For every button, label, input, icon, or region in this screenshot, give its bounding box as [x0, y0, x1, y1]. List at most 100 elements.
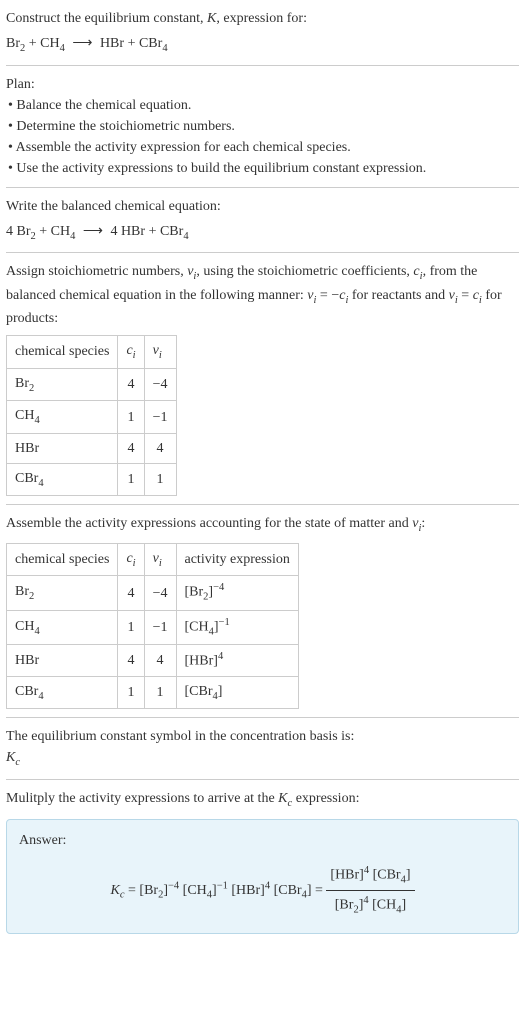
- plan-item: • Determine the stoichiometric numbers.: [8, 116, 519, 137]
- subscript: 4: [34, 625, 39, 636]
- cell-species: CH4: [7, 401, 118, 434]
- species: Br: [17, 224, 31, 239]
- text: [Br: [335, 898, 354, 913]
- plus: +: [124, 36, 139, 51]
- subscript: 4: [162, 43, 167, 54]
- subscript: 2: [29, 383, 34, 394]
- subscript: 2: [29, 591, 34, 602]
- k: K: [6, 750, 15, 765]
- cell-activity: [CH4]−1: [176, 610, 298, 644]
- text: [Br: [139, 883, 158, 898]
- subscript: 4: [60, 43, 65, 54]
- table-row: HBr 4 4 [HBr]4: [7, 644, 299, 676]
- subscript: 4: [38, 478, 43, 489]
- col-vi: νi: [144, 543, 176, 576]
- cell-c: 1: [118, 676, 144, 709]
- cell-activity: [CBr4]: [176, 676, 298, 709]
- cell-v: 4: [144, 433, 176, 463]
- coef: 4: [110, 224, 121, 239]
- cell-c: 1: [118, 463, 144, 496]
- cell-species: Br2: [7, 576, 118, 610]
- text: [CBr: [185, 684, 213, 699]
- text: ]: [406, 868, 411, 883]
- text: [CBr: [373, 868, 401, 883]
- text: :: [421, 516, 425, 531]
- cell-species: CH4: [7, 610, 118, 644]
- balanced-section: Write the balanced chemical equation: 4 …: [6, 196, 519, 245]
- cell-activity: [HBr]4: [176, 644, 298, 676]
- col-vi: νi: [144, 336, 176, 369]
- superscript: 4: [218, 651, 223, 662]
- plan-item: • Balance the chemical equation.: [8, 95, 519, 116]
- superscript: −4: [213, 582, 224, 593]
- col-activity: activity expression: [176, 543, 298, 576]
- text: ]: [218, 684, 223, 699]
- k: K: [278, 791, 287, 806]
- balanced-equation: 4 Br2 + CH4 ⟶ 4 HBr + CBr4: [6, 221, 519, 245]
- k: K: [110, 883, 119, 898]
- text: [Br: [185, 585, 204, 600]
- plus: +: [145, 224, 160, 239]
- text: for reactants and: [348, 288, 448, 303]
- text: [CBr: [274, 883, 302, 898]
- col-species: chemical species: [7, 543, 118, 576]
- cell-v: 4: [144, 644, 176, 676]
- table-header-row: chemical species ci νi activity expressi…: [7, 543, 299, 576]
- answer-label: Answer:: [19, 830, 506, 851]
- k-symbol: K: [207, 11, 216, 26]
- text: = −: [316, 288, 339, 303]
- intro-line1: Construct the equilibrium constant, K, e…: [6, 8, 519, 29]
- text: =: [458, 288, 473, 303]
- equals: =: [312, 883, 327, 898]
- cell-v: −4: [144, 368, 176, 401]
- table-row: CH4 1 −1: [7, 401, 177, 434]
- divider: [6, 252, 519, 253]
- subscript: i: [159, 558, 162, 569]
- species: CH: [51, 224, 70, 239]
- plan-item: • Assemble the activity expression for e…: [8, 137, 519, 158]
- cell-v: 1: [144, 676, 176, 709]
- text: CBr: [15, 684, 38, 699]
- text: Construct the equilibrium constant,: [6, 11, 207, 26]
- cell-v: −1: [144, 610, 176, 644]
- equals: =: [125, 883, 140, 898]
- subscript: 4: [70, 230, 75, 241]
- divider: [6, 717, 519, 718]
- species: CBr: [160, 224, 183, 239]
- superscript: −1: [219, 617, 230, 628]
- cell-c: 4: [118, 433, 144, 463]
- table-row: Br2 4 −4: [7, 368, 177, 401]
- text: [HBr]: [185, 654, 218, 669]
- cell-v: −4: [144, 576, 176, 610]
- col-ci: ci: [118, 543, 144, 576]
- subscript: i: [159, 350, 162, 361]
- species: HBr: [100, 36, 124, 51]
- text: [CH: [183, 883, 207, 898]
- subscript: 4: [34, 415, 39, 426]
- divider: [6, 187, 519, 188]
- col-ci: ci: [118, 336, 144, 369]
- plan-section: Plan: • Balance the chemical equation. •…: [6, 74, 519, 179]
- plan-heading: Plan:: [6, 74, 519, 95]
- activity-table: chemical species ci νi activity expressi…: [6, 543, 299, 709]
- activity-text: Assemble the activity expressions accoun…: [6, 513, 519, 537]
- arrow-icon: ⟶: [72, 33, 92, 54]
- cell-species: CBr4: [7, 676, 118, 709]
- subscript: 4: [183, 230, 188, 241]
- text: [CH: [372, 898, 396, 913]
- cell-activity: [Br2]−4: [176, 576, 298, 610]
- stoich-table: chemical species ci νi Br2 4 −4 CH4 1 −1…: [6, 335, 177, 496]
- species: HBr: [121, 224, 145, 239]
- multiply-text: Mulitply the activity expressions to arr…: [6, 788, 519, 812]
- superscript: 4: [363, 895, 368, 906]
- cell-species: HBr: [7, 644, 118, 676]
- intro-section: Construct the equilibrium constant, K, e…: [6, 8, 519, 57]
- symbol-section: The equilibrium constant symbol in the c…: [6, 726, 519, 771]
- subscript: 4: [38, 690, 43, 701]
- species: CH: [40, 36, 59, 51]
- text: ]: [401, 898, 406, 913]
- text: Br: [15, 584, 29, 599]
- cell-c: 1: [118, 401, 144, 434]
- coef: 4: [6, 224, 17, 239]
- table-row: Br2 4 −4 [Br2]−4: [7, 576, 299, 610]
